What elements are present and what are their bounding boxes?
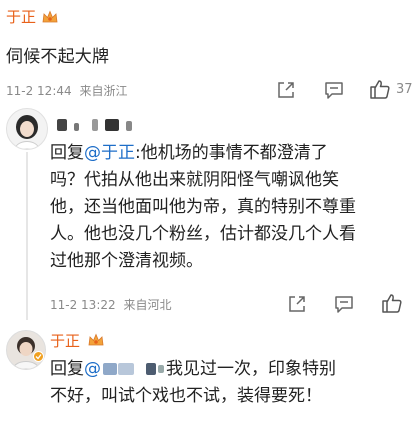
username[interactable]: 于正 [50,330,80,351]
mention-link[interactable]: @ [84,359,164,379]
comment-text: 伺候不起大牌 [6,47,110,67]
thread-line [26,152,28,320]
like-count: 37 [396,82,413,97]
reply-text: 回复@于正:他机场的事情不都澄清了 吗？代拍从他出来就阴阳怪气嘲讽他笑 他，还当… [50,143,356,271]
reply-prefix: 回复 [50,359,84,379]
share-icon[interactable] [275,79,297,101]
comment-time: 11-2 12:44 [6,84,72,98]
avatar[interactable] [6,108,48,150]
vip-crown-icon [42,10,58,23]
username[interactable]: 于正 [6,6,36,27]
avatar[interactable] [6,330,46,370]
reply-location: 来自河北 [123,298,172,312]
reply-meta: 11-2 13:22 来自河北 [50,296,171,313]
mention-link[interactable]: @于正 [84,143,135,163]
comment-location: 来自浙江 [79,84,128,98]
vip-crown-icon [88,333,104,346]
comment-icon[interactable] [333,293,355,315]
comment-icon[interactable] [323,79,345,101]
verified-badge-icon [33,351,44,362]
thumbs-up-icon[interactable] [369,78,391,100]
reply-prefix: 回复 [50,143,84,163]
reply-text: 回复@ 我见过一次，印象特别 不好，叫试个戏也不试，装得要死！ [50,359,336,406]
reply-time: 11-2 13:22 [50,298,116,312]
comment-meta: 11-2 12:44 来自浙江 [6,82,127,99]
share-icon[interactable] [286,293,308,315]
blurred-username[interactable] [57,116,133,135]
thumbs-up-icon[interactable] [381,292,403,314]
